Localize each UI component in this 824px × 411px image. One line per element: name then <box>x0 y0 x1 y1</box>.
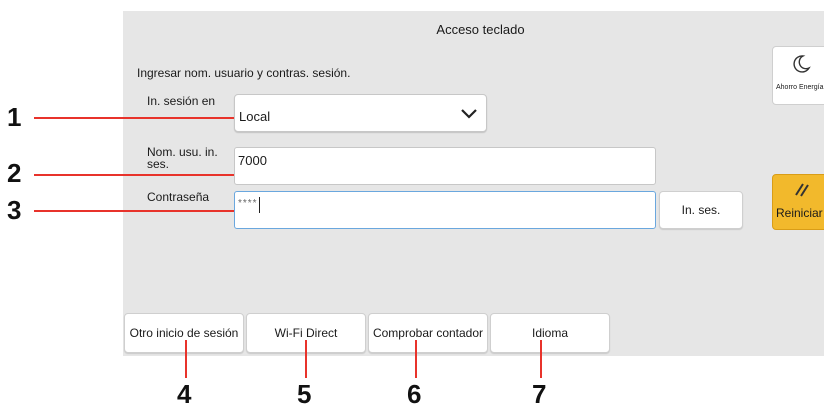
callout-6: 6 <box>407 379 422 409</box>
password-label: Contraseña <box>147 190 210 204</box>
reset-icon <box>795 183 809 197</box>
reset-label: Reiniciar <box>776 206 823 220</box>
energy-saver-button[interactable]: Ahorro Energía <box>772 46 824 105</box>
language-button[interactable]: Idioma <box>490 313 610 353</box>
other-login-button[interactable]: Otro inicio de sesión <box>124 313 244 353</box>
chevron-down-icon <box>461 109 477 119</box>
password-field[interactable]: **** <box>234 191 656 229</box>
text-cursor <box>259 197 260 213</box>
username-label: Nom. usu. in. ses. <box>147 145 218 171</box>
login-to-value: Local <box>239 109 271 124</box>
callout-2: 2 <box>7 158 22 188</box>
username-value: 7000 <box>238 153 267 168</box>
moon-icon <box>793 55 811 73</box>
callout-3: 3 <box>7 195 22 225</box>
wifi-direct-button[interactable]: Wi-Fi Direct <box>246 313 366 353</box>
callout-5: 5 <box>297 379 312 409</box>
instruction-text: Ingresar nom. usuario y contras. sesión. <box>137 66 351 80</box>
screen-title: Acceso teclado <box>436 22 525 37</box>
username-field[interactable]: 7000 <box>234 147 656 185</box>
check-counter-button[interactable]: Comprobar contador <box>368 313 488 353</box>
password-value: **** <box>238 198 258 209</box>
login-to-label: In. sesión en <box>147 94 216 108</box>
energy-saver-label: Ahorro Energía <box>776 84 824 91</box>
reset-button[interactable]: Reiniciar <box>772 174 824 230</box>
callout-4: 4 <box>177 379 192 409</box>
callout-7: 7 <box>532 379 547 409</box>
login-button[interactable]: In. ses. <box>659 191 743 229</box>
login-to-select[interactable]: Local <box>234 94 487 132</box>
callout-1: 1 <box>7 102 22 132</box>
